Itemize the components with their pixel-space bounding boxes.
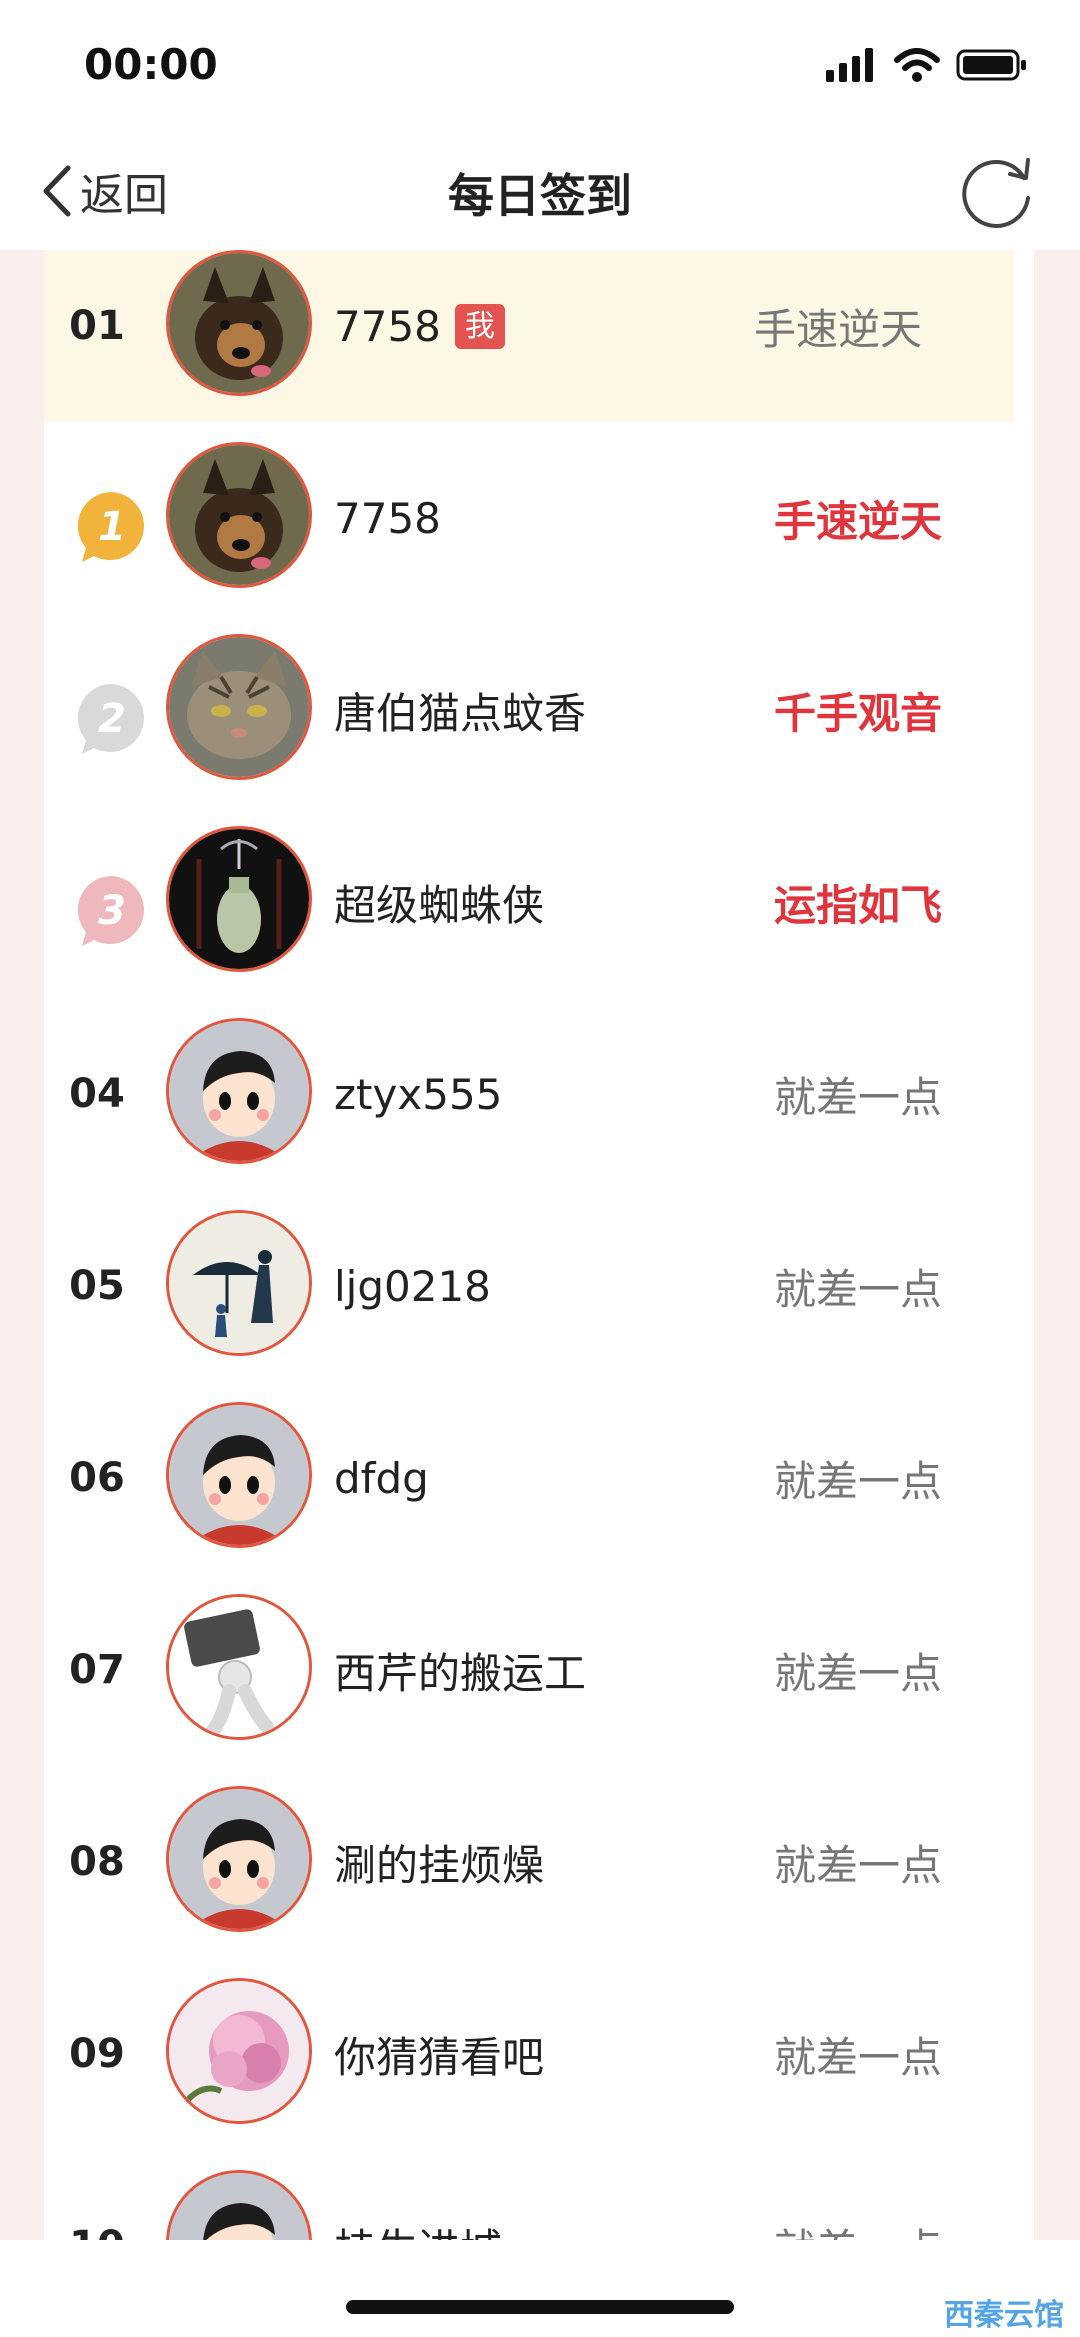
- me-badge: 我: [454, 303, 505, 349]
- rank-row-4[interactable]: 04 ztyx555 就差一点: [44, 998, 1034, 1190]
- side-background-right: [1034, 250, 1080, 2240]
- rank-row-6[interactable]: 06 dfdg 就差一点: [44, 1382, 1034, 1574]
- rank-number: 09: [69, 2031, 125, 2077]
- wifi-icon: [894, 48, 940, 82]
- username: ljg0218: [334, 1261, 491, 1311]
- dog-avatar[interactable]: [166, 442, 312, 588]
- default-avatar[interactable]: [166, 2170, 312, 2240]
- gold-medal-icon: 1: [77, 492, 144, 562]
- bronze-medal-icon: 3: [77, 876, 144, 946]
- side-background-left: [0, 250, 44, 2240]
- sign-in-title: 千手观音: [773, 688, 942, 738]
- rank-number: 10: [58, 2150, 136, 2240]
- username: ztyx555: [334, 1069, 503, 1119]
- page-title: 每日签到: [448, 169, 632, 223]
- rank-number: 07: [69, 1647, 125, 1693]
- status-bar: 00:00: [0, 0, 1080, 130]
- sign-in-title: 就差一点: [773, 1648, 942, 1698]
- rank-number: 01: [69, 303, 125, 349]
- username-text: 7758: [334, 301, 441, 351]
- rank-row-1[interactable]: 1 7758 手速逆天: [44, 422, 1034, 614]
- svg-text:1: 1: [98, 504, 126, 550]
- rank-row-3[interactable]: 3 超级蜘蛛侠 运指如飞: [44, 806, 1034, 998]
- rank-row-9[interactable]: 09 你猜猜看吧 就差一点: [44, 1958, 1034, 2150]
- username: 7758: [334, 493, 441, 543]
- default-avatar[interactable]: [166, 1018, 312, 1164]
- rank-row-10[interactable]: 10 桂生进城 就差一点: [44, 2150, 1034, 2240]
- rank-row-2[interactable]: 2 唐伯猫点蚊香 千手观音: [44, 614, 1034, 806]
- rank-number: 05: [69, 1263, 125, 1309]
- sign-in-title: 就差一点: [773, 1840, 942, 1890]
- cat-avatar[interactable]: [166, 634, 312, 780]
- jade-avatar[interactable]: [166, 826, 312, 972]
- rank-row-7[interactable]: 07 西芹的搬运工 就差一点: [44, 1574, 1034, 1766]
- rank-row-8[interactable]: 08 涮的挂烦燥 就差一点: [44, 1766, 1034, 1958]
- watermark: 西秦云馆: [944, 2298, 1064, 2333]
- username: 涮的挂烦燥: [334, 1840, 545, 1890]
- default-avatar[interactable]: [166, 1402, 312, 1548]
- signal-icon: [826, 48, 873, 82]
- username: 超级蜘蛛侠: [334, 880, 545, 930]
- refresh-icon: [962, 158, 1030, 228]
- sign-in-title: 运指如飞: [773, 880, 942, 930]
- sign-in-title: 就差一点: [773, 2032, 942, 2082]
- username: 你猜猜看吧: [334, 2032, 545, 2082]
- status-icons: [826, 48, 1028, 82]
- porter-avatar[interactable]: [166, 1594, 312, 1740]
- sign-in-title: 就差一点: [773, 1264, 942, 1314]
- flower-avatar[interactable]: [166, 1978, 312, 2124]
- rank-row-5[interactable]: 05 ljg0218 就差一点: [44, 1190, 1034, 1382]
- svg-text:3: 3: [98, 888, 126, 934]
- sign-in-title: 就差一点: [773, 1456, 942, 1506]
- battery-icon: [956, 49, 1026, 81]
- username: dfdg: [334, 1453, 429, 1503]
- home-indicator[interactable]: [346, 2300, 734, 2314]
- username: 桂生进城: [334, 2150, 502, 2241]
- rank-number: 08: [69, 1839, 125, 1885]
- sign-in-title: 就差一点: [774, 2150, 942, 2241]
- rank-number: 04: [69, 1071, 125, 1117]
- umbrella-avatar[interactable]: [166, 1210, 312, 1356]
- rank-number: 06: [69, 1455, 125, 1501]
- sign-in-title: 就差一点: [773, 1072, 942, 1122]
- username: 7758 我: [334, 250, 505, 422]
- silver-medal-icon: 2: [77, 684, 144, 754]
- nav-bar: 返回 每日签到: [0, 130, 1080, 250]
- ranking-list[interactable]: 01 7758 我 手速逆天 1 7758 手速逆天 2 唐伯猫点蚊香 千手观音…: [44, 250, 1034, 2240]
- status-time: 00:00: [84, 40, 218, 89]
- refresh-button[interactable]: [954, 148, 1040, 234]
- sign-in-title: 手速逆天: [773, 496, 942, 546]
- dog-avatar[interactable]: [166, 250, 312, 396]
- username: 西芹的搬运工: [334, 1648, 587, 1698]
- sign-in-title: 手速逆天: [753, 304, 922, 354]
- bottom-safe-area: [0, 2240, 1080, 2337]
- my-rank-row[interactable]: 01 7758 我 手速逆天: [44, 250, 1014, 422]
- username: 唐伯猫点蚊香: [334, 688, 587, 738]
- default-avatar[interactable]: [166, 1786, 312, 1932]
- svg-text:2: 2: [98, 696, 126, 742]
